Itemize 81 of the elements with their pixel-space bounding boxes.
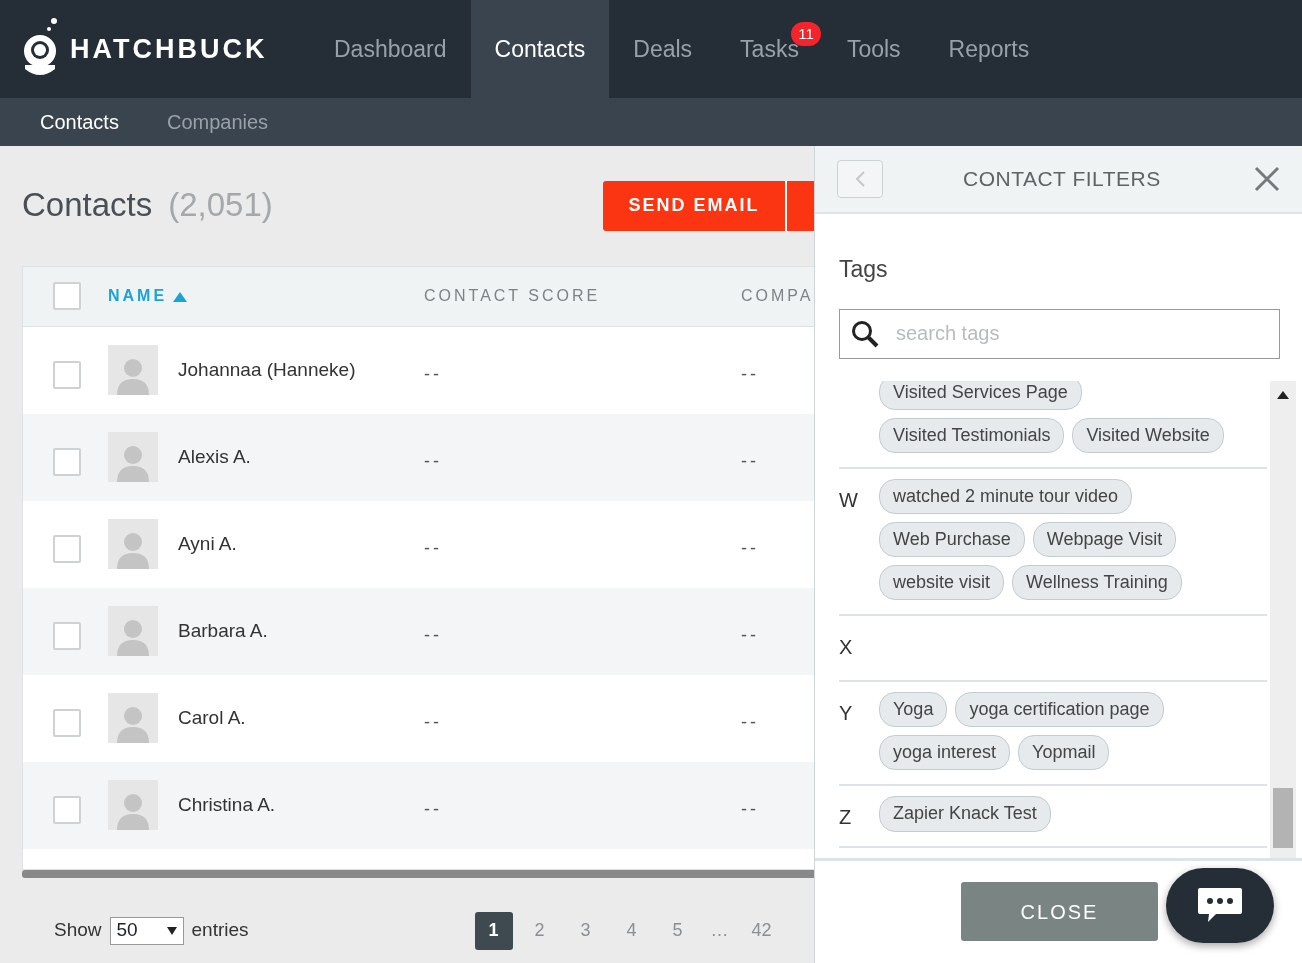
checkbox[interactable] xyxy=(53,282,81,310)
scrollbar[interactable] xyxy=(22,869,814,878)
checkbox[interactable] xyxy=(53,361,81,389)
panel-title: CONTACT FILTERS xyxy=(963,166,1161,193)
nav-tab[interactable]: Contacts xyxy=(470,0,610,98)
chat-bubble-icon xyxy=(1196,886,1244,924)
avatar-icon xyxy=(108,693,158,743)
table-cell-text: -- xyxy=(424,623,442,647)
table-cell-text: -- xyxy=(741,623,759,647)
table-cell-text: -- xyxy=(741,536,759,560)
action-button[interactable] xyxy=(785,180,814,231)
page-title: Contacts xyxy=(22,185,153,225)
table-cell-text: -- xyxy=(424,797,442,821)
nav-tab[interactable]: Tools xyxy=(822,0,925,98)
arrow-up-icon[interactable] xyxy=(1277,390,1289,399)
scrollbar[interactable] xyxy=(1270,380,1296,858)
back-button[interactable] xyxy=(837,160,883,198)
subnav-tab[interactable]: Companies xyxy=(142,107,293,137)
send-email-button[interactable]: SEND EMAIL xyxy=(603,180,785,231)
contact-count: (2,051) xyxy=(168,185,273,225)
avatar-icon xyxy=(108,519,158,569)
group-letter: Y xyxy=(839,700,854,726)
tag-chip[interactable]: Zapier Knack Test xyxy=(879,795,1051,832)
scrollbar-thumb[interactable] xyxy=(1273,787,1293,848)
tag-chip[interactable]: Yopmail xyxy=(1018,734,1110,770)
contact-name[interactable]: Ayni A. xyxy=(178,529,237,559)
table-cell-text: -- xyxy=(741,449,759,473)
avatar-icon xyxy=(108,345,158,395)
tag-chip[interactable]: yoga interest xyxy=(879,734,1011,770)
contact-name[interactable]: Alexis A. xyxy=(178,442,251,472)
group-letter: Z xyxy=(839,804,853,830)
contact-name[interactable]: Christina A. xyxy=(178,790,276,820)
tag-chip[interactable]: Visited Services Page xyxy=(879,380,1082,410)
checkbox[interactable] xyxy=(53,622,81,650)
entries-label: entries xyxy=(191,918,249,943)
group-letter: W xyxy=(839,487,859,513)
tag-chip[interactable]: Visited Website xyxy=(1072,417,1224,453)
chevron-left-icon xyxy=(854,170,866,188)
tag-chip[interactable]: Visited Testimonials xyxy=(879,417,1065,453)
tag-chip[interactable]: Webpage Visit xyxy=(1032,521,1177,557)
table-cell-text: -- xyxy=(741,362,759,386)
tag-chip[interactable]: Web Purchase xyxy=(879,521,1025,557)
section-title: Tags xyxy=(839,255,889,284)
contact-name[interactable]: Johannaa (Hanneke) xyxy=(178,355,356,385)
search-icon xyxy=(851,319,879,348)
table-cell-text: -- xyxy=(424,362,442,386)
page-size-select[interactable]: 50 xyxy=(109,916,184,945)
avatar-icon xyxy=(108,606,158,656)
show-label: Show xyxy=(54,918,102,943)
tag-chip[interactable]: website visit xyxy=(879,564,1005,600)
nav-tab[interactable]: Reports xyxy=(924,0,1054,98)
brand-name: HATCHBUCK xyxy=(70,32,268,66)
avatar-icon xyxy=(108,780,158,830)
checkbox[interactable] xyxy=(53,535,81,563)
page-button[interactable]: 1 xyxy=(474,911,513,950)
table-cell-text: -- xyxy=(741,797,759,821)
avatar-icon xyxy=(108,432,158,482)
table-cell-text: -- xyxy=(424,449,442,473)
checkbox[interactable] xyxy=(53,709,81,737)
contact-name[interactable]: Barbara A. xyxy=(178,616,268,646)
tag-chip[interactable]: Yoga xyxy=(879,691,948,727)
contact-name[interactable]: Carol A. xyxy=(178,703,246,733)
table-cell-text: -- xyxy=(424,536,442,560)
tag-chip[interactable]: Wellness Training xyxy=(1012,564,1182,600)
table-cell-text: -- xyxy=(424,710,442,734)
tag-chip[interactable]: yoga certification page xyxy=(955,691,1164,727)
checkbox[interactable] xyxy=(53,796,81,824)
nav-tab[interactable]: Deals xyxy=(609,0,717,98)
ellipsis: … xyxy=(709,919,730,942)
sort-arrow-icon xyxy=(173,290,188,303)
checkbox[interactable] xyxy=(53,448,81,476)
tag-chip[interactable]: watched 2 minute tour video xyxy=(879,478,1133,514)
subnav-tab[interactable]: Contacts xyxy=(16,107,143,137)
chat-button[interactable] xyxy=(1166,867,1274,943)
close-button[interactable]: CLOSE xyxy=(961,882,1158,941)
search-field[interactable]: search tags xyxy=(839,308,1280,359)
table-cell-text: -- xyxy=(741,710,759,734)
nav-tab[interactable]: Dashboard xyxy=(310,0,471,98)
caret-icon xyxy=(166,926,177,935)
close-icon[interactable] xyxy=(1254,166,1280,192)
group-letter: X xyxy=(839,634,854,660)
